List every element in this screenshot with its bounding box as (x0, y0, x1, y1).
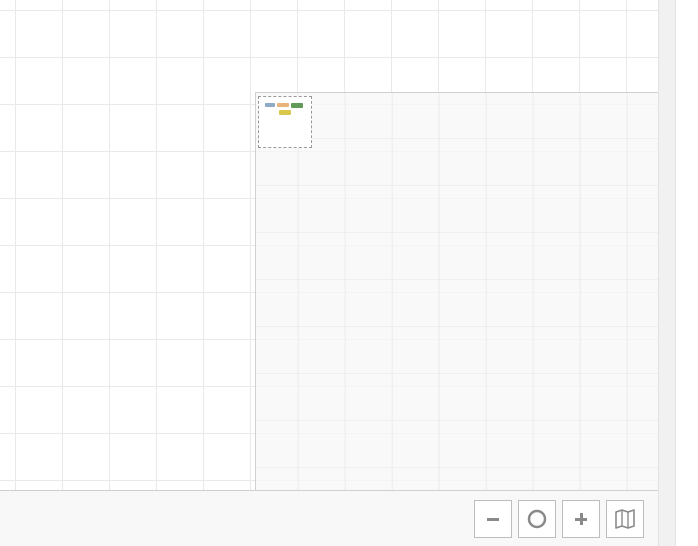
outline-shape-orange (277, 103, 289, 107)
zoom-in-button[interactable] (562, 500, 600, 538)
zoom-out-button[interactable] (474, 500, 512, 538)
outline-pane[interactable] (255, 92, 658, 490)
outline-shape-green (291, 103, 303, 108)
minus-icon (484, 510, 502, 528)
bottom-toolbar (0, 490, 658, 546)
right-gutter (658, 0, 698, 546)
map-icon (613, 507, 637, 531)
zoom-reset-button[interactable] (518, 500, 556, 538)
plus-icon (572, 510, 590, 528)
vertical-scrollbar-track[interactable] (658, 0, 676, 546)
outline-shape-blue (265, 103, 275, 107)
circle-icon (526, 508, 548, 530)
outline-shape-yellow (279, 110, 291, 115)
outline-toggle-button[interactable] (606, 500, 644, 538)
outline-viewport-rect[interactable] (258, 96, 312, 148)
zoom-controls (474, 500, 644, 538)
